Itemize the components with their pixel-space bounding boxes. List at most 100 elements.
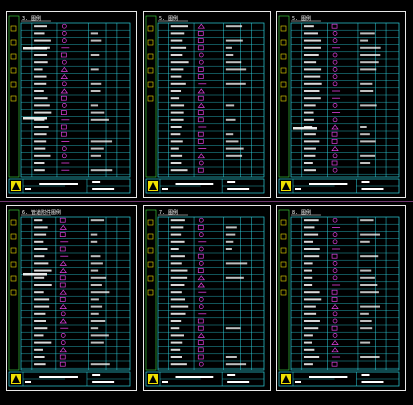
legend-symbol: [197, 67, 204, 72]
row-name-text: [170, 54, 183, 56]
legend-symbol: [331, 139, 338, 144]
title-block-text: [361, 181, 370, 183]
legend-symbol: [332, 217, 338, 223]
row-desc-text: [90, 111, 105, 114]
legend-symbol: [61, 146, 67, 151]
legend-symbol: [197, 153, 205, 159]
legend-symbol: [60, 333, 66, 338]
margin-mark: [147, 81, 154, 88]
row-name-text: [34, 291, 44, 294]
row-name-text: [170, 284, 185, 286]
margin-mark: [10, 39, 17, 46]
row-name-text: [170, 32, 185, 35]
legend-symbol: [59, 297, 66, 302]
section-heading: [23, 117, 47, 120]
legend-symbol: [332, 59, 338, 65]
sheet-5-drawing: 7. 图例: [145, 209, 265, 387]
title-block-text: [227, 381, 250, 383]
row-name-text: [170, 312, 186, 315]
row-desc-text: [360, 320, 372, 322]
title-block-text: [309, 183, 348, 185]
row-name-text: [303, 356, 320, 358]
legend-symbol: [332, 52, 338, 58]
row-name-text: [170, 240, 185, 243]
row-desc-text: [225, 46, 232, 49]
row-desc-text: [90, 320, 106, 322]
legend-symbol: [198, 59, 204, 65]
sheet-title: 5. 图例: [292, 15, 311, 22]
row-name-text: [303, 118, 314, 121]
row-desc-text: [90, 284, 102, 286]
sheet-4: 6. 管道附件图例: [6, 205, 137, 391]
legend-symbol: [331, 124, 339, 130]
row-desc-text: [225, 356, 237, 358]
margin-mark: [280, 39, 287, 46]
legend-symbol: [197, 275, 205, 281]
row-desc-text: [360, 39, 369, 42]
margin-mark: [280, 67, 287, 74]
row-name-text: [170, 126, 182, 128]
row-name-text: [303, 169, 316, 172]
margin-mark: [280, 53, 287, 60]
row-name-text: [170, 111, 184, 114]
legend-symbol: [61, 59, 67, 65]
row-desc-text: [90, 104, 99, 107]
legend-symbol: [197, 340, 204, 345]
row-desc-text: [90, 262, 103, 265]
row-desc-text: [90, 39, 102, 42]
row-name-text: [34, 140, 47, 143]
row-name-text: [34, 147, 46, 150]
legend-symbol: [59, 282, 66, 288]
margin-mark: [147, 53, 154, 60]
row-desc-text: [90, 154, 101, 157]
legend-symbol: [331, 347, 339, 353]
row-desc-text: [360, 312, 369, 315]
row-name-text: [170, 341, 183, 344]
legend-symbol: [331, 146, 339, 151]
row-desc-text: [360, 133, 370, 136]
legend-symbol: [197, 95, 204, 101]
row-name-text: [303, 320, 320, 322]
row-name-text: [303, 61, 317, 64]
row-desc-text: [360, 233, 380, 236]
sheet-4-drawing: 6. 管道附件图例: [8, 209, 131, 387]
row-desc-text: [90, 90, 101, 92]
row-desc-text: [225, 226, 237, 229]
row-name-text: [34, 61, 48, 64]
row-desc-text: [360, 327, 373, 330]
margin-mark: [280, 81, 287, 88]
legend-symbol: [197, 332, 205, 338]
title-block-text: [295, 381, 301, 383]
row-desc-text: [90, 147, 104, 150]
row-desc-text: [90, 255, 101, 258]
title-block-text: [92, 381, 115, 383]
legend-symbol: [59, 289, 67, 295]
margin-mark: [10, 67, 17, 74]
margin-mark: [10, 53, 17, 60]
margin-mark: [147, 25, 154, 32]
margin-mark: [10, 247, 17, 254]
title-block-text: [162, 188, 168, 190]
legend-symbol: [61, 31, 67, 36]
legend-symbol: [332, 232, 338, 237]
legend-symbol: [59, 246, 66, 252]
margin-mark: [10, 233, 17, 240]
margin-mark: [10, 81, 17, 88]
legend-symbol: [332, 333, 338, 338]
row-name-text: [34, 255, 45, 258]
row-desc-text: [360, 61, 379, 64]
title-block-text: [162, 381, 168, 383]
section-heading: [23, 273, 47, 276]
sheet-2: 5. 图例: [143, 11, 271, 198]
title-block-text: [295, 188, 301, 190]
row-name-text: [34, 169, 45, 172]
row-name-text: [170, 75, 182, 78]
row-name-text: [34, 54, 48, 56]
legend-symbol: [197, 282, 205, 288]
legend-symbol: [59, 224, 67, 230]
legend-symbol: [197, 347, 204, 353]
legend-symbol: [60, 95, 67, 101]
sheet-title: 6. 管道附件图例: [22, 209, 61, 216]
row-desc-text: [225, 147, 244, 150]
margin-mark: [10, 25, 17, 32]
